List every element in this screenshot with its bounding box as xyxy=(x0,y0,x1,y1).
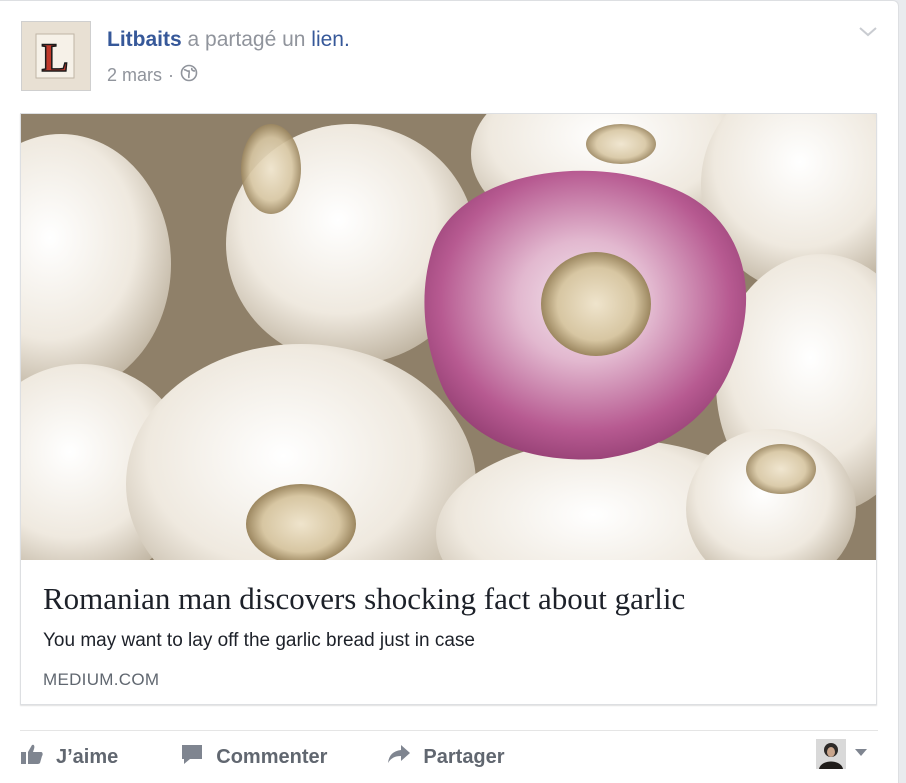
globe-icon[interactable] xyxy=(180,64,198,87)
avatar-letter: L xyxy=(42,35,69,80)
link-domain: MEDIUM.COM xyxy=(43,670,160,689)
speech-bubble-icon xyxy=(180,743,204,771)
action-bar: J’aime Commenter Partager xyxy=(20,741,565,773)
post-date[interactable]: 2 mars xyxy=(107,65,162,86)
comment-label: Commenter xyxy=(216,745,328,768)
comment-button[interactable]: Commenter xyxy=(180,743,327,771)
garlic-image[interactable] xyxy=(21,114,876,560)
thumbs-up-icon xyxy=(20,743,44,771)
like-button[interactable]: J’aime xyxy=(20,743,118,771)
link-attachment[interactable]: Romanian man discovers shocking fact abo… xyxy=(20,113,877,705)
actor-selector[interactable] xyxy=(816,739,868,769)
like-label: J’aime xyxy=(56,745,119,768)
author-link[interactable]: Litbaits xyxy=(107,28,182,51)
share-label: Partager xyxy=(423,745,505,768)
link-description: You may want to lay off the garlic bread… xyxy=(43,630,475,651)
link-title[interactable]: Romanian man discovers shocking fact abo… xyxy=(43,581,685,617)
post-meta: 2 mars · xyxy=(107,64,198,87)
user-avatar xyxy=(816,739,846,769)
page-avatar[interactable]: L xyxy=(21,21,91,91)
shared-object-link[interactable]: lien. xyxy=(311,28,350,51)
meta-separator: · xyxy=(168,65,175,85)
share-button[interactable]: Partager xyxy=(387,743,505,771)
post-card: L Litbaits a partagé un lien. 2 mars · R… xyxy=(0,0,899,783)
chevron-down-icon[interactable] xyxy=(858,25,878,39)
litbaits-logo: L xyxy=(22,22,90,90)
share-arrow-icon xyxy=(387,743,411,771)
action-text: a partagé un xyxy=(181,28,312,51)
actions-divider xyxy=(20,730,878,731)
post-header: Litbaits a partagé un lien. xyxy=(107,28,350,52)
chevron-down-icon[interactable] xyxy=(854,745,868,763)
